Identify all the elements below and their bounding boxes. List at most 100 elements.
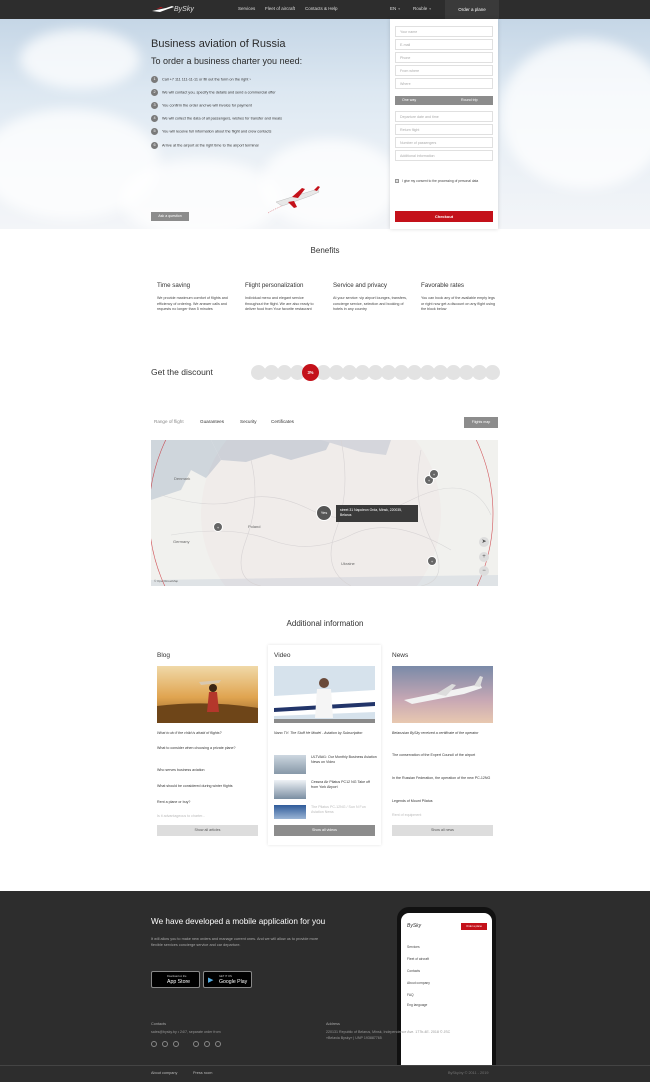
benefit-text: Individual menu and elegant service thro… bbox=[245, 296, 314, 312]
nav-services[interactable]: Services bbox=[238, 6, 255, 11]
tab-security[interactable]: Security bbox=[240, 419, 257, 424]
app-promo-title: We have developed a mobile application f… bbox=[151, 917, 326, 926]
hero-subtitle: To order a business charter you need: bbox=[151, 56, 303, 66]
round-trip-option[interactable]: Round trip bbox=[461, 96, 478, 105]
phone-menu-item: Eng language bbox=[407, 1003, 428, 1007]
step-number: 5 bbox=[151, 128, 158, 135]
from-field[interactable]: From where bbox=[395, 65, 493, 76]
logo[interactable]: BySky bbox=[152, 3, 202, 16]
order-plane-button[interactable]: Order a plane bbox=[445, 0, 499, 19]
phone-menu-item: Services bbox=[407, 945, 420, 949]
news-link[interactable]: In the Russian Federation, the operation… bbox=[392, 776, 493, 781]
news-link[interactable]: Rent of equipment bbox=[392, 813, 493, 818]
telegram-icon[interactable] bbox=[215, 1041, 221, 1047]
blog-image[interactable] bbox=[157, 666, 258, 723]
phone-field[interactable]: Phone bbox=[395, 52, 493, 63]
blog-title: Blog bbox=[157, 652, 171, 659]
whatsapp-icon[interactable] bbox=[204, 1041, 210, 1047]
to-field[interactable]: Where bbox=[395, 78, 493, 89]
consent-checkbox[interactable]: I give my consent to the processing of p… bbox=[395, 179, 493, 183]
facebook-icon[interactable] bbox=[151, 1041, 157, 1047]
language-select[interactable]: EN ▾ bbox=[390, 6, 400, 11]
video-link[interactable]: The Pilatus PC-12NG / Sun N Fun Aviation… bbox=[311, 805, 377, 815]
step-text: We will collect the data of all passenge… bbox=[162, 116, 283, 121]
one-way-option[interactable]: One way bbox=[402, 96, 416, 105]
news-link[interactable]: Legends of Mount Pilatus bbox=[392, 799, 493, 804]
video-link[interactable]: Cessna Air Pilatus PC12 NG Take off from… bbox=[311, 780, 377, 790]
news-image[interactable] bbox=[392, 666, 493, 723]
step-number: 4 bbox=[151, 115, 158, 122]
video-thumbnail[interactable] bbox=[274, 755, 306, 774]
map-marker-main[interactable]: Yes bbox=[316, 505, 332, 521]
email-field[interactable]: E-mail bbox=[395, 39, 493, 50]
nav-fleet[interactable]: Fleet of aircraft bbox=[265, 6, 295, 11]
video-title: Video bbox=[274, 652, 291, 659]
discount-step-active[interactable]: 3% bbox=[302, 364, 319, 381]
blog-link[interactable]: Is it advantageous to charter... bbox=[157, 814, 258, 819]
zoom-in-button[interactable]: + bbox=[479, 552, 489, 562]
departure-date-field[interactable]: Departure date and time bbox=[395, 111, 493, 122]
tab-guarantees[interactable]: Guarantees bbox=[200, 419, 224, 424]
checkout-button[interactable]: Checkout bbox=[395, 211, 493, 222]
show-all-news-button[interactable]: Show all news bbox=[392, 825, 493, 836]
blog-link[interactable]: What to consider when choosing a private… bbox=[157, 746, 258, 751]
step-number: 2 bbox=[151, 89, 158, 96]
footer-bottom-bar bbox=[0, 1065, 650, 1082]
step-item: 1 Call +7 111 111-11-11 or fill out the f… bbox=[151, 76, 251, 84]
video-thumbnail[interactable] bbox=[274, 780, 306, 799]
store-caption: Download on the bbox=[167, 975, 187, 978]
benefit-text: You can book any of the available empty … bbox=[421, 296, 496, 312]
video-image[interactable] bbox=[274, 666, 375, 723]
map-marker[interactable]: + bbox=[427, 556, 437, 566]
step-item: 3 You confirm the order and we will invoi… bbox=[151, 102, 252, 110]
blog-link[interactable]: Rent a plane or buy? bbox=[157, 800, 258, 805]
return-flight-field[interactable]: Return flight bbox=[395, 124, 493, 135]
checkbox-icon[interactable] bbox=[395, 179, 399, 183]
map-label: Ukraine bbox=[341, 561, 355, 566]
blog-link[interactable]: Who serves business aviation bbox=[157, 768, 258, 773]
ask-question-button[interactable]: Ask a question bbox=[151, 212, 189, 221]
brand-name: BySky bbox=[174, 6, 194, 13]
map-marker[interactable]: + bbox=[429, 469, 439, 479]
map-label: Denmark bbox=[174, 476, 191, 481]
nav-contacts[interactable]: Contacts & Help bbox=[305, 6, 338, 11]
tab-certificates[interactable]: Certificates bbox=[271, 419, 294, 424]
flights-map-button[interactable]: Flights map bbox=[464, 417, 498, 428]
consent-label: I give my consent to the processing of p… bbox=[402, 179, 479, 183]
news-link[interactable]: The conservation of the Expert Council o… bbox=[392, 753, 493, 758]
footer-link-about[interactable]: About company bbox=[151, 1071, 177, 1075]
currency-select[interactable]: Rouble ▾ bbox=[413, 6, 431, 11]
contacts-value[interactable]: sales@bysky.by • 24/7, separate order fr… bbox=[151, 1030, 271, 1036]
benefit-item: Flight personalization Individual menu an… bbox=[245, 282, 320, 313]
video-thumbnail[interactable] bbox=[274, 805, 306, 819]
blog-link[interactable]: What should be considered during winter … bbox=[157, 784, 258, 789]
copyright: BySky.by © 2011 - 2019 bbox=[448, 1071, 489, 1075]
show-all-articles-button[interactable]: Show all articles bbox=[157, 825, 258, 836]
discount-step[interactable] bbox=[485, 365, 500, 380]
skype-icon[interactable] bbox=[193, 1041, 199, 1047]
locate-icon[interactable]: ➤ bbox=[479, 537, 489, 547]
step-item: 2 We will contact you, specify the detail… bbox=[151, 89, 276, 97]
app-store-button[interactable]: Download on the App Store bbox=[151, 971, 200, 988]
video-caption[interactable]: Nano TV: The Stuff He Model - Aviation b… bbox=[274, 731, 375, 736]
linkedin-icon[interactable] bbox=[173, 1041, 179, 1047]
passengers-field[interactable]: Number of passengers bbox=[395, 137, 493, 148]
additional-info-title: Additional information bbox=[286, 619, 364, 628]
name-field[interactable]: Your name bbox=[395, 26, 493, 37]
benefit-title: Time saving bbox=[157, 282, 191, 289]
footer-link-press[interactable]: Press room bbox=[193, 1071, 212, 1075]
additional-info-field[interactable]: Additional information bbox=[395, 150, 493, 161]
show-all-videos-button[interactable]: Show all videos bbox=[274, 825, 375, 836]
instagram-icon[interactable] bbox=[162, 1041, 168, 1047]
news-link[interactable]: Belarusian BySky received a certificate … bbox=[392, 731, 493, 736]
google-play-button[interactable]: ▶ GET IT ON Google Play bbox=[203, 971, 252, 988]
map-attribution[interactable]: © OpenStreetMap bbox=[154, 579, 178, 583]
trip-type-toggle[interactable]: One way Round trip bbox=[395, 96, 493, 105]
step-number: 1 bbox=[151, 76, 158, 83]
video-link[interactable]: ULTVA#1: Our Monthly Business Aviation N… bbox=[311, 755, 377, 765]
tab-range[interactable]: Range of flight bbox=[154, 419, 184, 424]
map-marker[interactable]: + bbox=[213, 522, 223, 532]
blog-link[interactable]: What to do if the child is afraid of fli… bbox=[157, 731, 258, 736]
play-icon: ▶ bbox=[208, 977, 214, 984]
zoom-out-button[interactable]: − bbox=[479, 566, 489, 576]
